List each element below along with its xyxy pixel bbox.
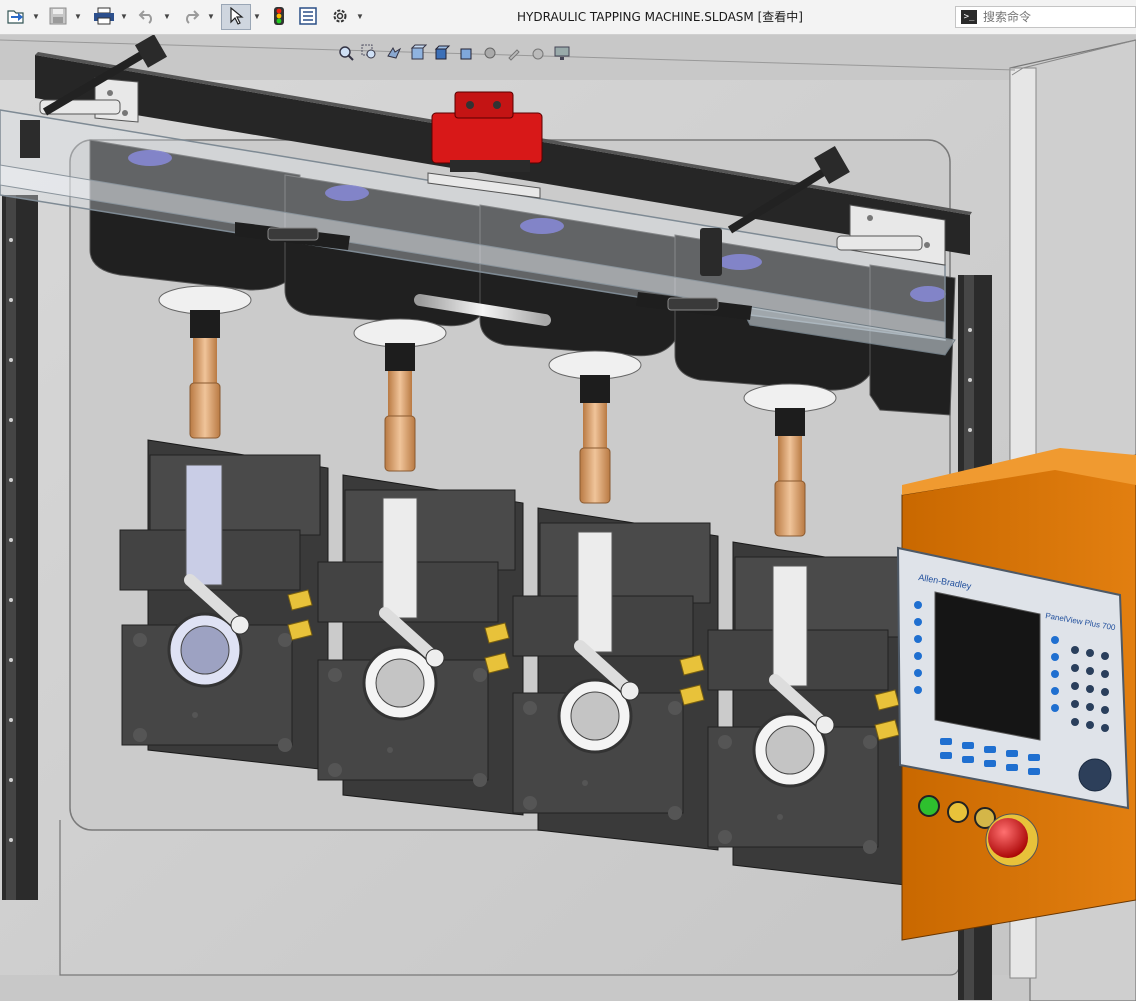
undo-icon[interactable]	[136, 4, 158, 28]
zoom-to-fit-icon[interactable]	[335, 42, 357, 64]
chevron-down-icon[interactable]: ▼	[119, 4, 129, 28]
command-search[interactable]: >_	[955, 6, 1136, 28]
rebuild-traffic-light-icon[interactable]	[268, 4, 290, 28]
chevron-down-icon[interactable]: ▼	[31, 4, 41, 28]
green-pilot-light	[918, 795, 940, 817]
view-settings-icon[interactable]	[551, 42, 573, 64]
display-style-icon[interactable]	[455, 42, 477, 64]
section-view-icon[interactable]	[407, 42, 429, 64]
save-icon[interactable]	[46, 4, 70, 28]
zoom-to-area-icon[interactable]	[359, 42, 381, 64]
title-bar: ▼ ▼ ▼ ▼ ▼ ▼ ▼ HYDRAULIC TAPPING MACHINE.…	[0, 0, 1136, 35]
heads-up-view-toolbar	[335, 40, 573, 66]
amber-pilot-light	[947, 801, 969, 823]
graphics-viewport[interactable]: Allen-Bradley PanelView Plus 700	[0, 35, 1136, 1001]
chevron-down-icon[interactable]: ▼	[355, 4, 365, 28]
emergency-stop-button[interactable]	[988, 818, 1028, 858]
search-input[interactable]	[983, 10, 1123, 24]
print-icon[interactable]	[91, 4, 117, 28]
file-properties-icon[interactable]	[296, 4, 320, 28]
command-prompt-icon: >_	[961, 10, 977, 24]
select-pointer-icon[interactable]	[224, 4, 248, 28]
assembly-model[interactable]: Allen-Bradley PanelView Plus 700	[0, 35, 1136, 1001]
chevron-down-icon[interactable]: ▼	[162, 4, 172, 28]
options-gear-icon[interactable]	[328, 4, 352, 28]
hide-show-items-icon[interactable]	[479, 42, 501, 64]
chevron-down-icon[interactable]: ▼	[252, 4, 262, 28]
previous-view-icon[interactable]	[383, 42, 405, 64]
apply-scene-icon[interactable]	[527, 42, 549, 64]
redo-icon[interactable]	[180, 4, 202, 28]
open-icon[interactable]	[4, 4, 28, 28]
window-title: HYDRAULIC TAPPING MACHINE.SLDASM [查看中]	[517, 10, 803, 24]
chevron-down-icon[interactable]: ▼	[73, 4, 83, 28]
chevron-down-icon[interactable]: ▼	[206, 4, 216, 28]
din-rail-left	[2, 195, 38, 900]
edit-appearance-icon[interactable]	[503, 42, 525, 64]
view-orientation-icon[interactable]	[431, 42, 453, 64]
